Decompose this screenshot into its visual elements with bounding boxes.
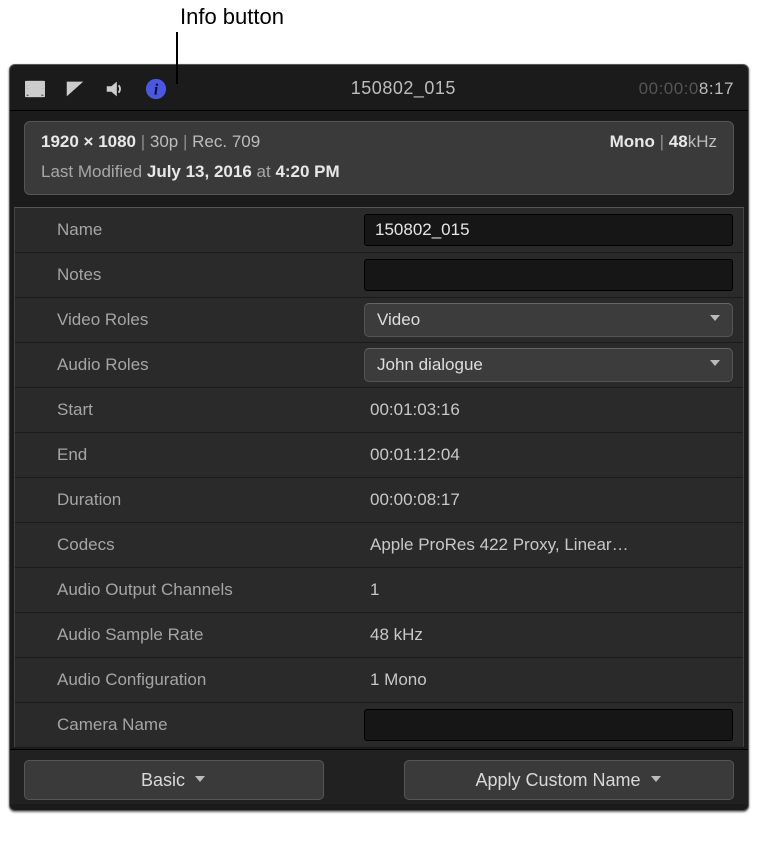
svg-text:i: i [154, 81, 159, 98]
label-name: Name [15, 220, 360, 240]
notes-field[interactable] [364, 259, 733, 291]
summary-format: 1920 × 1080 | 30p | Rec. 709 [41, 132, 260, 152]
label-video-roles: Video Roles [15, 310, 360, 330]
row-audio-output-channels: Audio Output Channels 1 [15, 568, 743, 613]
speaker-icon[interactable] [104, 78, 126, 100]
row-audio-roles: Audio Roles John dialogue [15, 343, 743, 388]
camera-name-field[interactable] [364, 709, 733, 741]
value-start[interactable]: 00:01:03:16 [360, 400, 743, 420]
label-start: Start [15, 400, 360, 420]
value-duration[interactable]: 00:00:08:17 [360, 490, 743, 510]
duration-timecode: 00:00:08:17 [639, 79, 734, 99]
metadata-view-preset-button[interactable]: Basic [24, 760, 324, 800]
row-audio-configuration: Audio Configuration 1 Mono [15, 658, 743, 703]
value-end[interactable]: 00:01:12:04 [360, 445, 743, 465]
row-name: Name [15, 208, 743, 253]
row-duration: Duration 00:00:08:17 [15, 478, 743, 523]
transition-icon[interactable] [64, 78, 86, 100]
name-field[interactable] [364, 214, 733, 246]
video-roles-select[interactable]: Video [364, 303, 733, 337]
chevron-down-icon [708, 310, 722, 330]
chevron-down-icon [708, 355, 722, 375]
apply-custom-name-button[interactable]: Apply Custom Name [404, 760, 734, 800]
info-inspector-panel: i 150802_015 00:00:08:17 1920 × 1080 | 3… [9, 64, 749, 811]
row-codecs: Codecs Apple ProRes 422 Proxy, Linear… [15, 523, 743, 568]
value-acfg: 1 Mono [360, 670, 743, 690]
info-icon[interactable]: i [144, 77, 168, 101]
label-codecs: Codecs [15, 535, 360, 555]
label-acfg: Audio Configuration [15, 670, 360, 690]
value-codecs: Apple ProRes 422 Proxy, Linear… [360, 535, 743, 555]
inspector-footer: Basic Apply Custom Name [10, 749, 748, 804]
clip-title: 150802_015 [168, 78, 639, 99]
row-notes: Notes [15, 253, 743, 298]
value-asr: 48 kHz [360, 625, 743, 645]
row-camera-name: Camera Name [15, 703, 743, 747]
callout-line [176, 32, 178, 84]
inspector-toolbar: i 150802_015 00:00:08:17 [10, 65, 748, 111]
properties-list: Name Notes Video Roles Video Audio Roles… [14, 207, 744, 747]
row-audio-sample-rate: Audio Sample Rate 48 kHz [15, 613, 743, 658]
label-camera: Camera Name [15, 715, 360, 735]
audio-roles-select[interactable]: John dialogue [364, 348, 733, 382]
filmstrip-icon[interactable] [24, 78, 46, 100]
label-asr: Audio Sample Rate [15, 625, 360, 645]
label-notes: Notes [15, 265, 360, 285]
row-end: End 00:01:12:04 [15, 433, 743, 478]
label-audio-roles: Audio Roles [15, 355, 360, 375]
summary-modified: Last Modified July 13, 2016 at 4:20 PM [41, 162, 717, 182]
summary-audio: Mono | 48kHz [610, 132, 717, 152]
callout-label: Info button [180, 4, 284, 30]
row-start: Start 00:01:03:16 [15, 388, 743, 433]
chevron-down-icon [193, 770, 207, 791]
row-video-roles: Video Roles Video [15, 298, 743, 343]
label-aoc: Audio Output Channels [15, 580, 360, 600]
label-end: End [15, 445, 360, 465]
clip-summary: 1920 × 1080 | 30p | Rec. 709 Mono | 48kH… [24, 121, 734, 195]
chevron-down-icon [649, 770, 663, 791]
value-aoc: 1 [360, 580, 743, 600]
label-duration: Duration [15, 490, 360, 510]
